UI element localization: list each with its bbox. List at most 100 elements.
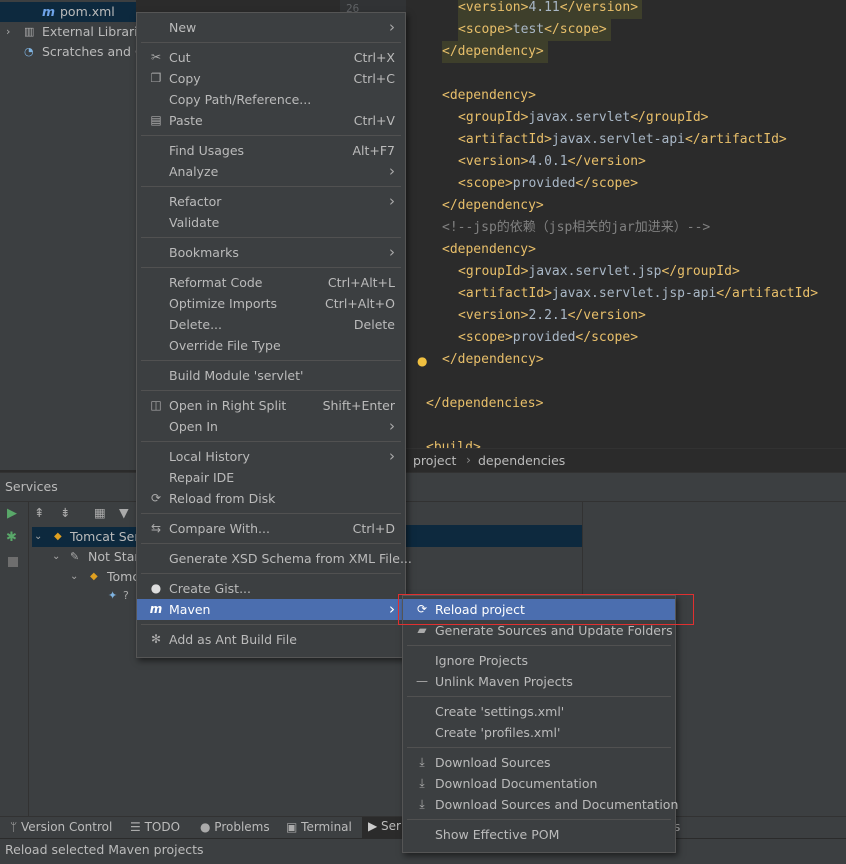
menu-item-label: Generate XSD Schema from XML File... <box>169 551 412 566</box>
menu-item-open-in-right-split[interactable]: ◫ Open in Right Split Shift+Enter <box>137 395 405 416</box>
run-icon[interactable]: ▶ <box>7 506 17 521</box>
menu-item-bookmarks[interactable]: Bookmarks › <box>137 242 405 263</box>
menu-item-build-module-servlet[interactable]: Build Module 'servlet' <box>137 365 405 386</box>
highlight-box <box>398 594 694 625</box>
chevron-right-icon: › <box>389 192 395 210</box>
code-line: <dependency> <box>442 239 536 261</box>
expand-all-icon[interactable]: ⇞ <box>34 505 44 520</box>
menu-item-add-as-ant-build-file[interactable]: ✻ Add as Ant Build File <box>137 629 405 650</box>
code-tag: </artifactId> <box>716 286 819 301</box>
services-icon: ▶ <box>368 819 382 833</box>
menu-item-repair-ide[interactable]: Repair IDE <box>137 467 405 488</box>
filter-icon[interactable]: ▼ <box>119 505 129 520</box>
menu-item-label: Reload from Disk <box>169 491 276 506</box>
menu-item-create-profiles-xml[interactable]: Create 'profiles.xml' <box>403 722 675 743</box>
menu-item-analyze[interactable]: Analyze › <box>137 161 405 182</box>
stop-icon[interactable] <box>8 557 18 567</box>
chevron-down-icon: ⌄ <box>34 531 43 542</box>
menu-item-create-settings-xml[interactable]: Create 'settings.xml' <box>403 701 675 722</box>
chevron-right-icon: › <box>389 18 395 36</box>
menu-item-unlink-maven-projects[interactable]: — Unlink Maven Projects <box>403 671 675 692</box>
tomcat-icon: ◆ <box>90 571 98 582</box>
menu-item-validate[interactable]: Validate <box>137 212 405 233</box>
menu-item-download-documentation[interactable]: ⤓ Download Documentation <box>403 773 675 794</box>
service-label: Tomcat Ser <box>70 529 140 544</box>
menu-item-copy[interactable]: ❐ Copy Ctrl+C <box>137 68 405 89</box>
code-line: <artifactId>javax.servlet.jsp-api</artif… <box>458 283 818 305</box>
menu-item-ignore-projects[interactable]: Ignore Projects <box>403 650 675 671</box>
menu-item-reload-from-disk[interactable]: ⟳ Reload from Disk <box>137 488 405 509</box>
tab-services[interactable]: ▶ Ser <box>362 817 405 839</box>
menu-item-label: Unlink Maven Projects <box>435 674 573 689</box>
menu-item-paste[interactable]: ▤ Paste Ctrl+V <box>137 110 405 131</box>
menu-separator <box>141 186 401 187</box>
menu-item-refactor[interactable]: Refactor › <box>137 191 405 212</box>
menu-item-optimize-imports[interactable]: Optimize Imports Ctrl+Alt+O <box>137 293 405 314</box>
chevron-right-icon: › <box>389 417 395 435</box>
group-icon[interactable]: ▦ <box>94 505 106 520</box>
tab-label: Problems <box>214 820 270 834</box>
code-text: javax.servlet.jsp <box>528 264 662 279</box>
menu-item-shortcut: Ctrl+X <box>353 50 395 65</box>
code-comment: <!--jsp的依赖（jsp相关的jar加进来）--> <box>442 220 711 235</box>
menu-item-local-history[interactable]: Local History › <box>137 446 405 467</box>
bulb-icon[interactable]: ● <box>417 354 427 368</box>
chevron-down-icon: ⌄ <box>70 571 79 582</box>
menu-item-generate-xsd-schema-from-xml-file[interactable]: Generate XSD Schema from XML File... <box>137 548 412 569</box>
code-line: <scope>provided</scope> <box>458 327 638 349</box>
menu-item-download-sources-and-documentation[interactable]: ⤓ Download Sources and Documentation <box>403 794 678 815</box>
context-menu: New › ✂ Cut Ctrl+X ❐ Copy Ctrl+C Copy Path/Refer… <box>136 12 412 658</box>
menu-item-download-sources[interactable]: ⤓ Download Sources <box>403 752 675 773</box>
menu-item-maven[interactable]: m Maven › <box>137 599 405 620</box>
code-tag: <version> <box>458 154 529 169</box>
tree-item-pom[interactable]: m pom.xml <box>0 2 136 22</box>
code-tag: </version> <box>567 308 646 323</box>
code-tag: <scope> <box>458 330 513 345</box>
debug-icon[interactable]: ✱ <box>6 530 17 545</box>
menu-item-find-usages[interactable]: Find Usages Alt+F7 <box>137 140 405 161</box>
menu-item-shortcut: Ctrl+V <box>353 113 395 128</box>
tab-problems[interactable]: ● Problems <box>200 820 270 834</box>
code-tag: <groupId> <box>458 264 529 279</box>
menu-item-label: Open in Right Split <box>169 398 287 413</box>
chevron-right-icon: › <box>389 243 395 261</box>
tree-item-scratches[interactable]: ◔ Scratches and C <box>0 42 136 62</box>
breadcrumb-item[interactable]: project <box>413 453 456 468</box>
compare-icon: ⇆ <box>150 521 162 535</box>
menu-item-compare-with[interactable]: ⇆ Compare With... Ctrl+D <box>137 518 405 539</box>
tab-terminal[interactable]: ▣ Terminal <box>286 820 352 834</box>
tab-todo[interactable]: ☰ TODO <box>130 820 180 834</box>
menu-item-cut[interactable]: ✂ Cut Ctrl+X <box>137 47 405 68</box>
menu-item-label: Paste <box>169 113 203 128</box>
service-tomcat-instance[interactable]: ⌄ ◆ Tomc <box>70 567 142 587</box>
breadcrumb-item[interactable]: dependencies <box>478 453 565 468</box>
code-tag: </groupId> <box>630 110 709 125</box>
menu-item-create-gist[interactable]: ● Create Gist... <box>137 578 405 599</box>
menu-item-reformat-code[interactable]: Reformat Code Ctrl+Alt+L <box>137 272 405 293</box>
menu-item-override-file-type[interactable]: Override File Type <box>137 335 405 356</box>
menu-item-show-effective-pom[interactable]: Show Effective POM <box>403 824 675 845</box>
code-editor[interactable]: <version>4.11</version> <scope>test</scop… <box>406 0 846 455</box>
code-line: <scope>provided</scope> <box>458 173 638 195</box>
menu-item-copy-path-reference[interactable]: Copy Path/Reference... <box>137 89 405 110</box>
code-tag: <version> <box>458 308 529 323</box>
code-line: <dependency> <box>442 85 536 107</box>
tab-version-control[interactable]: ᛘ Version Control <box>10 820 112 834</box>
service-tomcat-server[interactable]: ⌄ ◆ Tomcat Ser <box>32 527 142 547</box>
menu-item-shortcut: Ctrl+C <box>353 71 395 86</box>
menu-separator <box>141 441 401 442</box>
code-line: <version>4.0.1</version> <box>458 151 646 173</box>
tab-label: Version Control <box>21 820 113 834</box>
code-tag: </artifactId> <box>684 132 787 147</box>
menu-item-delete[interactable]: Delete... Delete <box>137 314 405 335</box>
menu-item-shortcut: Shift+Enter <box>322 398 395 413</box>
code-tag: </dependencies> <box>426 396 544 411</box>
tree-item-label: Scratches and C <box>42 44 136 59</box>
tomcat-icon: ◆ <box>54 531 62 542</box>
menu-item-new[interactable]: New › <box>137 17 405 38</box>
collapse-all-icon[interactable]: ⇟ <box>60 505 70 520</box>
service-not-started[interactable]: ⌄ ✎ Not Star <box>52 547 142 567</box>
problems-icon: ● <box>200 820 215 834</box>
menu-item-open-in[interactable]: Open In › <box>137 416 405 437</box>
tree-item-external-libraries[interactable]: › ▥ External Librari <box>0 22 138 42</box>
